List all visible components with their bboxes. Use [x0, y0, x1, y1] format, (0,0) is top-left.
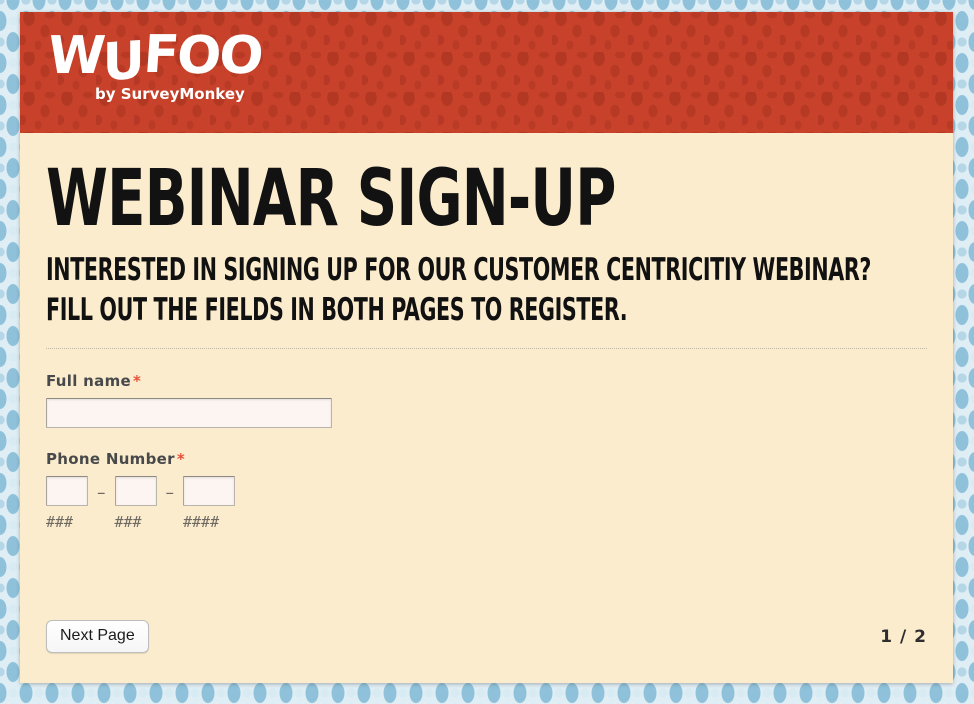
logo-letter-u: U — [102, 30, 144, 94]
phone-area-code-hint: ### — [46, 513, 74, 532]
phone-line-number-input[interactable] — [183, 476, 235, 507]
phone-separator-2: – — [165, 483, 175, 504]
required-asterisk-phone-number: * — [176, 450, 185, 469]
label-full-name-text: Full name — [46, 372, 131, 391]
form-container: WUFOO by SurveyMonkey WEBINAR SIGN-UP IN… — [20, 12, 953, 683]
phone-prefix-input[interactable] — [114, 476, 157, 507]
full-name-input[interactable] — [46, 398, 332, 429]
field-phone-number: Phone Number * ### – ### – #### — [46, 450, 927, 531]
required-asterisk-full-name: * — [133, 372, 142, 391]
phone-prefix-hint: ### — [114, 513, 142, 532]
page-indicator: 1 / 2 — [880, 626, 927, 647]
form-header-banner: WUFOO by SurveyMonkey — [20, 12, 953, 133]
page-title: WEBINAR SIGN-UP — [46, 154, 616, 244]
phone-area-code-group: ### — [46, 476, 88, 531]
form-subtitle-line-1: INTERESTED IN SIGNING UP FOR OUR CUSTOME… — [46, 251, 871, 288]
field-full-name: Full name * — [46, 372, 927, 429]
form-title-zone: WEBINAR SIGN-UP INTERESTED IN SIGNING UP… — [20, 133, 953, 330]
logo-letter-f: F — [141, 25, 180, 85]
phone-prefix-group: ### — [114, 476, 157, 532]
wufoo-wordmark: WUFOO — [46, 25, 264, 93]
form-subtitle: INTERESTED IN SIGNING UP FOR OUR CUSTOME… — [46, 250, 871, 331]
label-full-name: Full name * — [46, 372, 927, 390]
label-phone-number-text: Phone Number — [46, 450, 175, 469]
phone-area-code-input[interactable] — [46, 476, 88, 507]
form-footer: Next Page 1 / 2 — [20, 620, 953, 653]
form-fields: Full name * Phone Number * ### – ### – #… — [20, 350, 953, 531]
phone-number-row: ### – ### – #### — [46, 476, 927, 531]
logo-letter-w: W — [45, 26, 106, 86]
form-body: WEBINAR SIGN-UP INTERESTED IN SIGNING UP… — [20, 133, 953, 683]
logo-letters-oo: OO — [175, 26, 264, 86]
next-page-button[interactable]: Next Page — [46, 620, 149, 653]
wufoo-logo[interactable]: WUFOO by SurveyMonkey — [46, 25, 264, 103]
phone-line-number-hint: #### — [183, 513, 220, 532]
phone-line-number-group: #### — [183, 476, 235, 531]
phone-separator-1: – — [97, 483, 106, 504]
form-subtitle-line-2: FILL OUT THE FIELDS IN BOTH PAGES TO REG… — [46, 291, 628, 328]
label-phone-number: Phone Number * — [46, 450, 927, 468]
